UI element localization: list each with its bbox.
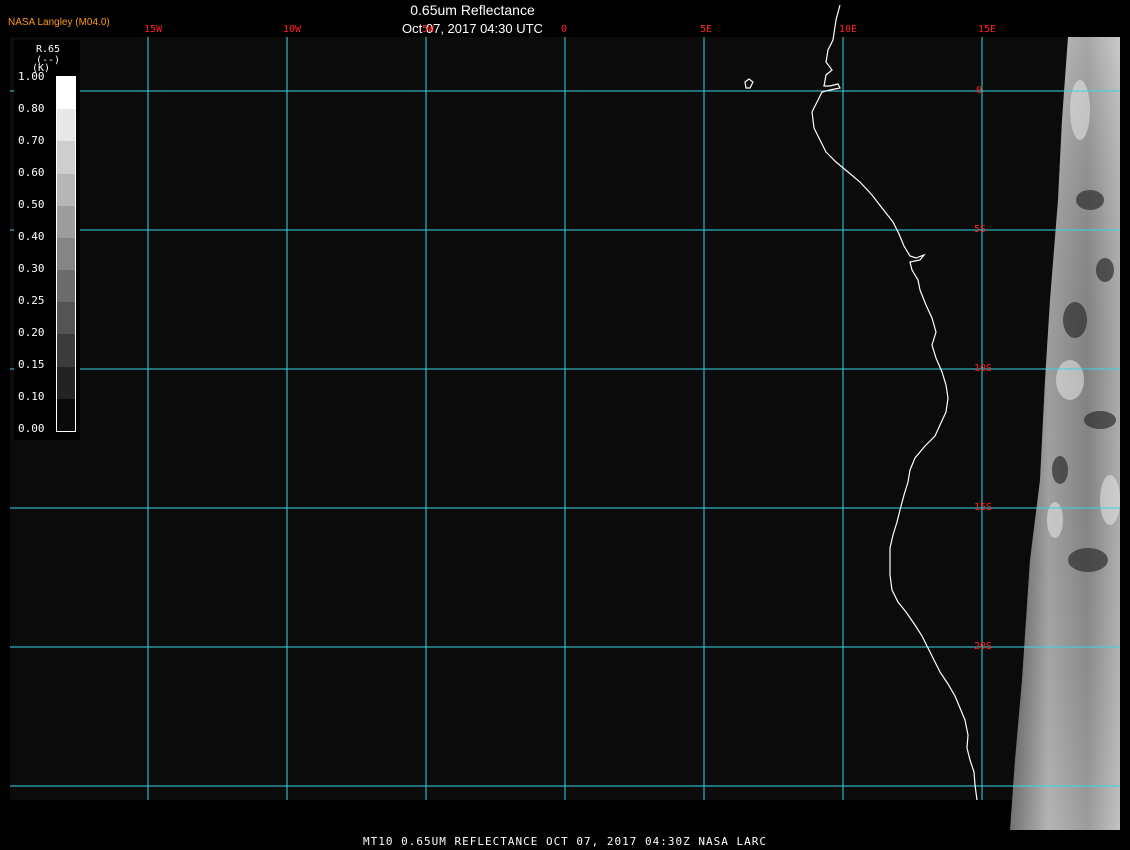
colorbar-cell [57, 398, 75, 432]
latitude-label: 0 [976, 85, 983, 96]
colorbar-cell [57, 141, 75, 175]
graticule [10, 37, 1120, 800]
colorbar-cell [57, 109, 75, 142]
legend-tick-label: 0.25 [18, 294, 45, 307]
longitude-label: 15W [144, 24, 163, 35]
latitude-label: 20S [974, 641, 993, 652]
image-timestamp: Oct 07, 2017 04:30 UTC [402, 21, 543, 36]
satellite-image-viewer: 0.65um Reflectance Oct 07, 2017 04:30 UT… [0, 0, 1130, 850]
legend-tick-label: 0.15 [18, 358, 45, 371]
longitude-label: 0 [561, 24, 568, 35]
latitude-label: 5S [974, 224, 987, 235]
colorbar-cell [57, 334, 75, 368]
colorbar-cell [57, 302, 75, 335]
coastline [811, 4, 978, 801]
satellite-swath-shading [1010, 37, 1120, 830]
latitude-label: 10S [974, 363, 993, 374]
legend-tick-label: 0.00 [18, 422, 45, 435]
color-legend: R.65 (--) (K) 1.00 0.80 0.70 0.60 0.50 0.40 0.… [14, 40, 80, 440]
colorbar-cell [57, 366, 75, 400]
legend-tick-label: 0.20 [18, 326, 45, 339]
legend-tick-label: 0.60 [18, 166, 45, 179]
colorbar-cell [57, 205, 75, 239]
legend-tick-label: 0.40 [18, 230, 45, 243]
colorbar-cell [57, 237, 75, 271]
map-canvas [10, 4, 1120, 830]
longitude-label: 10E [839, 24, 858, 35]
legend-tick-label: 0.30 [18, 262, 45, 275]
longitude-label: 10W [283, 24, 302, 35]
legend-title: R.65 [36, 44, 61, 55]
longitude-label: 5W [422, 24, 435, 35]
island [744, 78, 754, 89]
footer-caption: MT10 0.65UM REFLECTANCE OCT 07, 2017 04:… [363, 835, 767, 848]
nasa-langley-label: NASA Langley (M04.0) [8, 17, 110, 28]
latitude-label: 15S [974, 502, 993, 513]
legend-tick-label: 1.00 [18, 70, 45, 83]
legend-tick-label: 0.80 [18, 102, 45, 115]
longitude-label: 5E [700, 24, 713, 35]
legend-tick-label: 0.10 [18, 390, 45, 403]
colorbar-cell [57, 173, 75, 207]
colorbar-cell [57, 77, 75, 110]
colorbar [56, 76, 76, 432]
longitude-label: 15E [978, 24, 997, 35]
legend-tick-label: 0.50 [18, 198, 45, 211]
image-title: 0.65um Reflectance [410, 2, 535, 18]
legend-tick-label: 0.70 [18, 134, 45, 147]
colorbar-cell [57, 270, 75, 303]
